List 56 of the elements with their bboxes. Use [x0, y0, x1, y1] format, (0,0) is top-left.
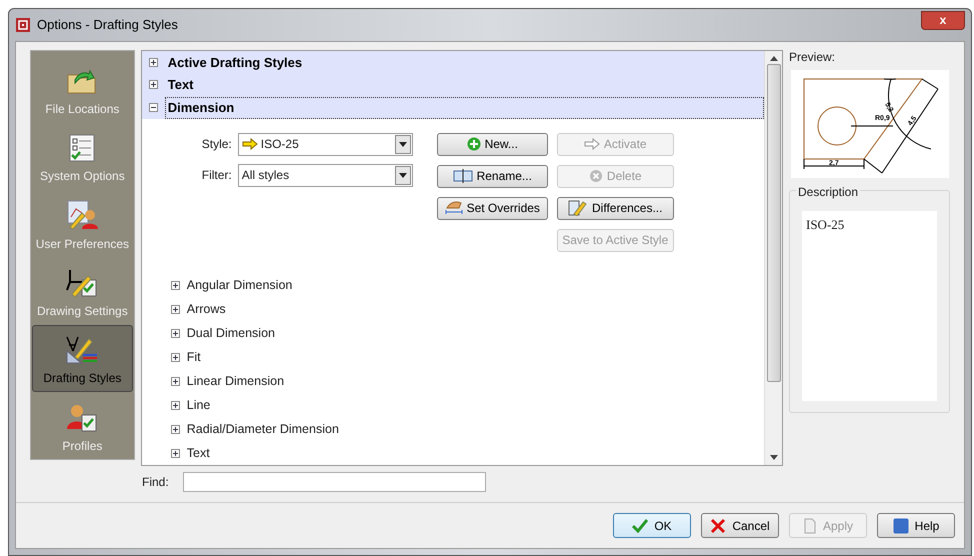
style-button[interactable]: Differences... — [556, 196, 674, 220]
rename-icon — [452, 169, 473, 184]
tree-item[interactable]: Fit — [186, 348, 201, 367]
arrow-icon — [584, 138, 600, 150]
expand-icon[interactable] — [148, 80, 158, 90]
style-button[interactable]: Set Overrides — [436, 196, 548, 220]
checklist-icon — [67, 133, 98, 163]
expand-icon[interactable] — [170, 448, 180, 458]
style-dropdown[interactable]: ISO-25 — [238, 132, 413, 156]
tree-item[interactable]: Arrows — [186, 300, 226, 320]
plus-circle-icon — [466, 137, 481, 152]
filter-label: Filter: — [200, 167, 232, 184]
expand-icon[interactable] — [170, 305, 180, 314]
app-icon — [15, 17, 31, 33]
tree-item[interactable]: Angular Dimension — [186, 276, 292, 296]
find-label: Find: — [142, 474, 169, 491]
expand-icon[interactable] — [170, 281, 180, 290]
expand-icon[interactable] — [148, 58, 158, 67]
collapse-icon[interactable] — [148, 103, 158, 112]
tree-item[interactable]: Dual Dimension — [186, 324, 275, 343]
description-text: ISO-25 — [806, 217, 844, 232]
preview-label: Preview: — [789, 49, 836, 66]
filter-dropdown[interactable]: All styles — [238, 164, 413, 187]
style-button[interactable]: New... — [436, 132, 548, 156]
find-field[interactable] — [182, 472, 486, 492]
close-button[interactable]: x — [921, 10, 965, 30]
style-label: Style: — [200, 136, 232, 154]
expand-icon[interactable] — [170, 424, 180, 434]
style-button[interactable]: Rename... — [436, 164, 548, 188]
arrow-icon — [242, 138, 258, 150]
scrollbar[interactable] — [764, 51, 782, 465]
scroll-up-icon[interactable] — [770, 56, 778, 61]
hand-ruler-icon — [444, 200, 463, 216]
tree-header[interactable]: Dimension — [164, 96, 764, 119]
help-icon — [892, 518, 909, 534]
expand-icon[interactable] — [170, 329, 180, 338]
scroll-thumb[interactable] — [766, 64, 780, 382]
tree-item[interactable]: Text — [186, 444, 210, 462]
expand-icon[interactable] — [170, 400, 180, 410]
window-title: Options - Drafting Styles — [37, 16, 178, 34]
expand-icon[interactable] — [170, 352, 180, 362]
check-icon — [632, 518, 648, 532]
dialog-button[interactable]: OK — [613, 513, 691, 538]
x-circle-icon — [588, 169, 603, 184]
dialog-button[interactable]: Cancel — [701, 513, 779, 538]
tree-item[interactable]: Line — [186, 396, 210, 415]
scroll-down-icon[interactable] — [770, 455, 778, 460]
document-icon — [802, 518, 817, 534]
sidebar-item[interactable]: Drafting Styles — [32, 325, 133, 392]
close-icon — [710, 518, 726, 534]
tree-item[interactable]: Linear Dimension — [186, 372, 284, 391]
expand-icon[interactable] — [170, 376, 180, 386]
dialog-button[interactable]: Help — [877, 513, 955, 538]
compare-icon — [568, 200, 588, 216]
user-pencil-icon — [66, 198, 98, 230]
tree-item[interactable]: Radial/Diameter Dimension — [186, 420, 339, 439]
